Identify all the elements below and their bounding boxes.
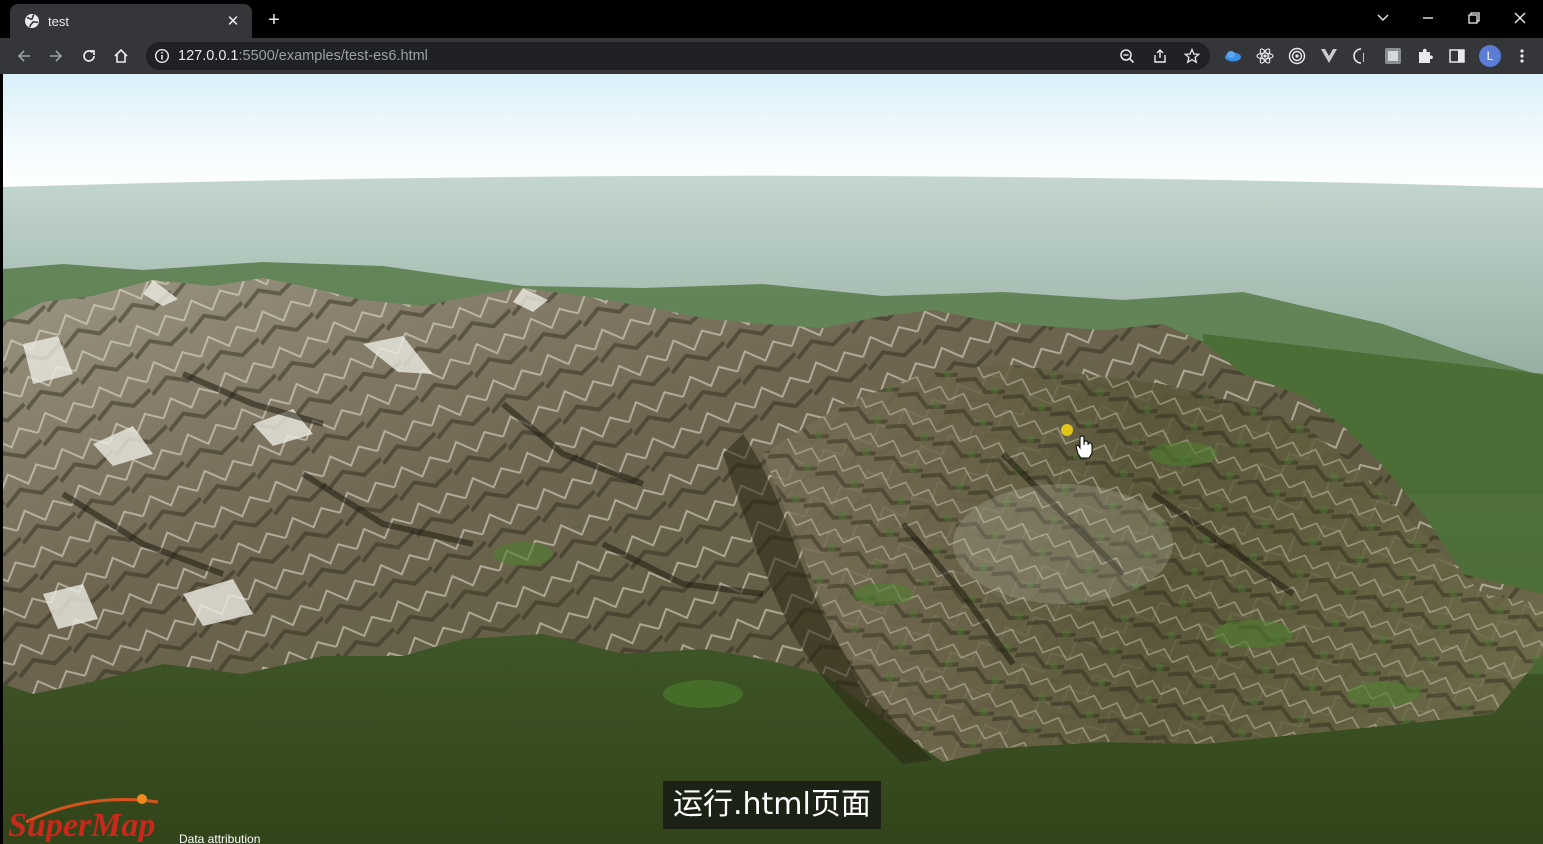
cloud-extension-icon[interactable] — [1223, 46, 1243, 66]
url-host: 127.0.0.1 — [178, 48, 239, 64]
url-text: 127.0.0.1:5500/examples/test-es6.html — [178, 48, 428, 64]
sidebar-icon[interactable] — [1447, 46, 1467, 66]
browser-toolbar: 127.0.0.1:5500/examples/test-es6.html | — [0, 38, 1543, 74]
restore-icon[interactable] — [1459, 6, 1489, 30]
location-marker[interactable] — [1061, 424, 1073, 436]
tab-search-icon[interactable] — [1368, 6, 1398, 30]
vue-extension-icon[interactable] — [1319, 46, 1339, 66]
close-icon[interactable]: ✕ — [224, 12, 242, 30]
zoom-icon[interactable] — [1118, 47, 1136, 65]
tab-strip: test ✕ + — [0, 0, 1543, 38]
forward-icon[interactable] — [44, 44, 68, 68]
home-icon[interactable] — [109, 44, 133, 68]
bookmark-star-icon[interactable] — [1183, 47, 1201, 65]
translate-extension-icon[interactable] — [1383, 46, 1403, 66]
globe-icon — [24, 13, 40, 29]
profile-avatar[interactable]: L — [1479, 45, 1501, 67]
back-icon[interactable] — [12, 44, 36, 68]
tab-title: test — [48, 13, 69, 29]
map-viewer-canvas[interactable] — [3, 74, 1543, 844]
menu-kebab-icon[interactable] — [1510, 44, 1534, 68]
svg-text:SuperMap: SuperMap — [8, 807, 155, 842]
browser-tab[interactable]: test ✕ — [10, 4, 252, 38]
reload-icon[interactable] — [77, 44, 101, 68]
url-path: :5500/examples/test-es6.html — [238, 48, 428, 64]
address-bar[interactable]: 127.0.0.1:5500/examples/test-es6.html — [146, 42, 1210, 70]
site-info-icon[interactable] — [154, 48, 170, 64]
terrain-render[interactable] — [3, 74, 1543, 844]
svg-text:|: | — [1362, 53, 1365, 63]
video-subtitle: 运行.html页面 — [663, 781, 881, 829]
share-icon[interactable] — [1151, 47, 1169, 65]
new-tab-button[interactable]: + — [262, 8, 286, 32]
puzzle-icon[interactable] — [1415, 46, 1435, 66]
minimize-icon[interactable] — [1413, 6, 1443, 30]
react-extension-icon[interactable] — [1255, 46, 1275, 66]
supermap-logo: SuperMap — [8, 790, 178, 844]
target-extension-icon[interactable] — [1287, 46, 1307, 66]
data-attribution-link[interactable]: Data attribution — [179, 832, 260, 844]
window-close-icon[interactable] — [1505, 6, 1535, 30]
code-extension-icon[interactable]: | — [1351, 46, 1371, 66]
